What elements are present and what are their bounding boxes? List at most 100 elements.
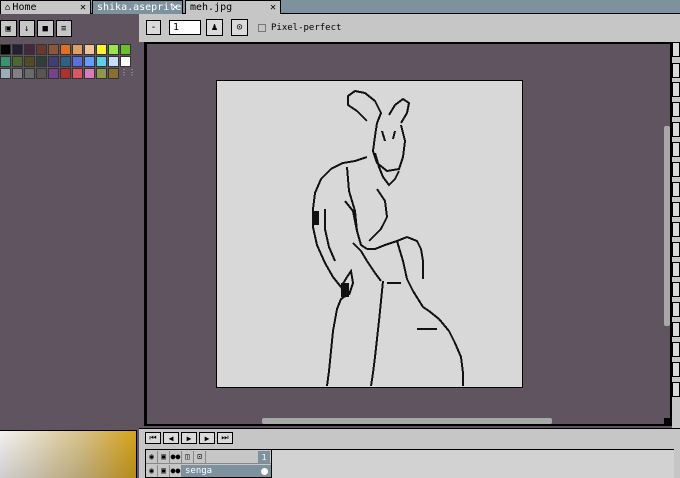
ink-type-button[interactable]: ⊙ [231,19,248,36]
lock-icon[interactable]: ▣ [0,20,17,37]
horizontal-scroll-thumb[interactable] [262,418,552,424]
palette-swatch[interactable] [24,44,35,55]
tool-marquee[interactable] [672,42,680,57]
tab-home-label: Home [12,2,37,13]
brush-type-button[interactable]: ♟ [206,19,223,36]
context-bar: - 1 ♟ ⊙ Pixel-perfect [139,14,680,42]
frame-number: 1 [261,452,267,462]
color-bar-buttons: ▣ ↓ ■ ≡ [0,20,72,37]
first-frame-icon[interactable]: ⏮ [145,432,161,444]
last-frame-icon[interactable]: ⏭ [217,432,233,444]
color-picker-spectrum[interactable] [0,430,137,478]
tool-wand[interactable] [672,82,680,97]
palette-swatch[interactable] [96,44,107,55]
palette-swatch[interactable] [24,56,35,67]
palette-swatch[interactable] [12,68,23,79]
palette-swatch[interactable] [96,56,107,67]
layers-icon[interactable]: ◫ [182,450,194,463]
link-icon[interactable]: ⊡ [194,450,206,463]
palette-swatch[interactable] [60,44,71,55]
palette-swatch[interactable] [36,68,47,79]
play-icon[interactable]: ▶ [181,432,197,444]
sprite-canvas[interactable] [216,80,523,388]
tool-contour[interactable] [672,342,680,357]
eye-icon[interactable]: ◉ [146,464,158,477]
tool-curve[interactable] [672,282,680,297]
home-icon: ⌂ [5,2,11,13]
palette-swatch[interactable] [84,68,95,79]
frames-grid: 1 [258,449,674,478]
palette-resize-handle[interactable]: ⋮⋮ [120,68,136,78]
previous-frame-icon[interactable]: ◀ [163,432,179,444]
vertical-scroll-thumb[interactable] [664,126,670,326]
cel[interactable] [258,465,270,477]
palette-swatch[interactable] [84,56,95,67]
tool-move[interactable] [672,202,680,217]
square-icon[interactable]: ■ [37,20,54,37]
tool-rectangle[interactable] [672,302,680,317]
palette-swatch[interactable] [60,56,71,67]
stamp-icon: ♟ [211,22,218,33]
eye-icon[interactable]: ◉ [146,450,158,463]
palette-swatch[interactable] [0,68,11,79]
menu-icon[interactable]: ≡ [55,20,72,37]
palette-swatch[interactable] [120,44,131,55]
lock-icon[interactable]: ▣ [158,450,170,463]
palette-swatch[interactable] [108,68,119,79]
palette-swatch[interactable] [60,68,71,79]
palette-swatch[interactable] [36,56,47,67]
palette-swatch[interactable] [72,68,83,79]
arrow-down-icon[interactable]: ↓ [18,20,35,37]
palette-swatch[interactable] [0,56,11,67]
next-frame-icon[interactable]: ▶ [199,432,215,444]
tool-ellipse[interactable] [672,322,680,337]
continuous-icon[interactable]: ●● [170,450,182,463]
layer-row[interactable]: ◉ ▣ ●● senga [146,464,271,477]
palette-swatch[interactable] [36,44,47,55]
close-icon[interactable]: ✕ [270,2,276,13]
palette-swatch[interactable] [72,56,83,67]
tool-fill[interactable] [672,222,680,237]
close-icon[interactable]: ✕ [80,2,86,13]
tool-gradient[interactable] [672,242,680,257]
palette-swatch[interactable] [72,44,83,55]
tool-lasso[interactable] [672,63,680,78]
zoom-icon: ⊙ [236,22,243,33]
close-icon[interactable]: ✕ [172,2,178,13]
horizontal-scrollbar[interactable] [147,418,664,424]
layer-header-row: ◉ ▣ ●● ◫ ⊡ [146,450,271,464]
pixel-perfect-label: Pixel-perfect [271,23,342,33]
minus-button[interactable]: - [146,20,161,35]
palette-swatch[interactable] [108,44,119,55]
tool-eyedropper[interactable] [672,162,680,177]
palette-swatch[interactable] [120,56,131,67]
continuous-icon[interactable]: ●● [170,464,182,477]
palette-swatch[interactable] [48,56,59,67]
pixel-perfect-checkbox[interactable] [258,24,266,32]
palette-swatch[interactable] [0,44,11,55]
tool-eraser[interactable] [672,142,680,157]
tool-zoom[interactable] [672,182,680,197]
tab-meh-label: meh.jpg [190,2,233,13]
palette-swatch[interactable] [84,44,95,55]
lock-icon[interactable]: ▣ [158,464,170,477]
tool-pencil[interactable] [672,102,680,117]
palette-swatch[interactable] [96,68,107,79]
tool-text[interactable] [672,382,680,397]
palette-swatch[interactable] [108,56,119,67]
palette-swatch[interactable] [24,68,35,79]
brush-size-input[interactable]: 1 [169,20,201,35]
tab-meh-jpg[interactable]: meh.jpg ✕ [185,0,281,14]
tab-shika-aseprite[interactable]: shika.aseprite ✕ [92,0,183,14]
vertical-scrollbar[interactable] [664,44,670,418]
tool-line[interactable] [672,262,680,277]
palette-swatch[interactable] [12,56,23,67]
palette-swatch[interactable] [48,68,59,79]
tool-spray[interactable] [672,122,680,137]
brush-size-value: 1 [173,22,180,33]
palette-swatch[interactable] [12,44,23,55]
tab-home[interactable]: ⌂ Home ✕ [0,0,91,14]
tool-blur[interactable] [672,362,680,377]
frame-header[interactable]: 1 [258,451,270,463]
palette-swatch[interactable] [48,44,59,55]
